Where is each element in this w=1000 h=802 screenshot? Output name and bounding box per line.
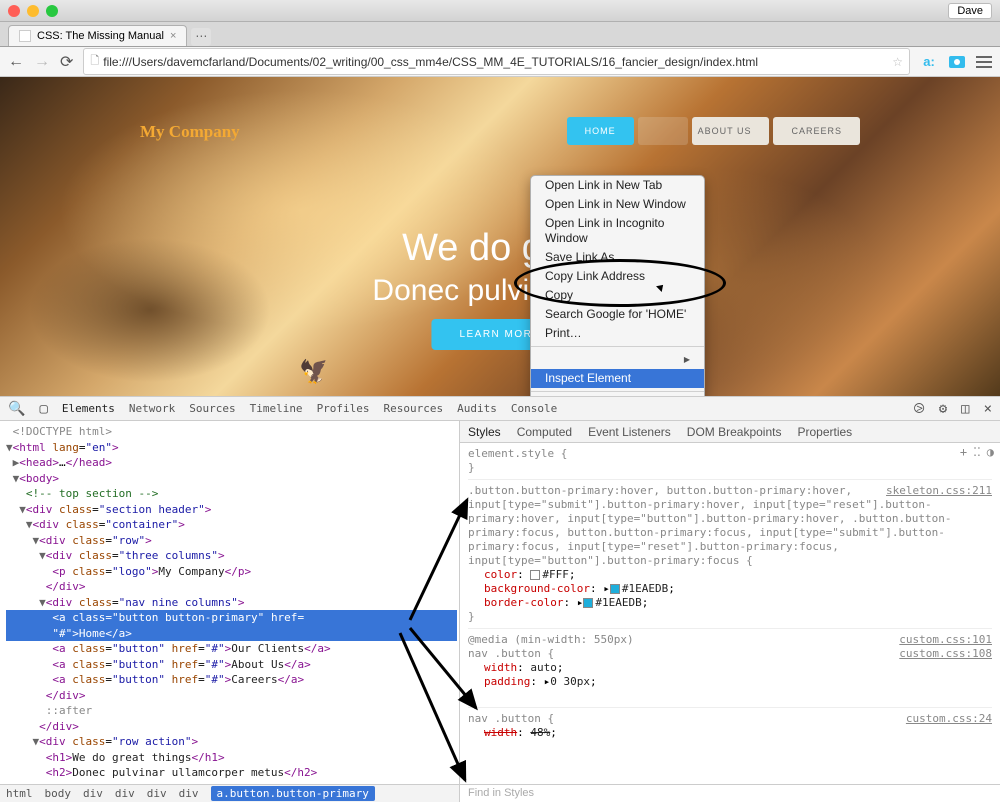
hero-subheading: Donec pulvinar ulla — [0, 274, 1000, 308]
new-rule-icon[interactable]: + — [960, 445, 967, 459]
window-titlebar: Dave — [0, 0, 1000, 22]
menu-open-new-window[interactable]: Open Link in New Window — [531, 195, 704, 214]
menu-save-link[interactable]: Save Link As… — [531, 248, 704, 267]
menu-copy[interactable]: Copy — [531, 286, 704, 305]
site-logo: My Company — [140, 122, 240, 142]
page-icon: 🗋 — [90, 52, 99, 71]
rtab-computed[interactable]: Computed — [517, 425, 572, 439]
dock-icon[interactable]: ◫ — [961, 401, 969, 417]
menu-inspect-element[interactable]: Inspect Element — [531, 369, 704, 388]
menu-separator — [531, 391, 704, 392]
rtab-properties[interactable]: Properties — [797, 425, 852, 439]
bird-graphic: 🦅 — [298, 355, 332, 389]
tab-timeline[interactable]: Timeline — [250, 402, 303, 415]
browser-tab[interactable]: CSS: The Missing Manual × — [8, 25, 187, 46]
menu-open-new-tab[interactable]: Open Link in New Tab — [531, 176, 704, 195]
nav-about[interactable]: ABOUT US — [692, 117, 770, 145]
rtab-events[interactable]: Event Listeners — [588, 425, 671, 439]
traffic-lights — [8, 5, 58, 17]
animation-icon[interactable]: ◑ — [987, 445, 994, 459]
tab-sources[interactable]: Sources — [189, 402, 235, 415]
site-nav: HOME ABOUT US CAREERS — [567, 117, 860, 145]
menu-json-sub[interactable] — [531, 350, 704, 369]
find-in-styles-input[interactable]: Find in Styles — [460, 784, 1000, 802]
tab-profiles[interactable]: Profiles — [317, 402, 370, 415]
menu-copy-link[interactable]: Copy Link Address — [531, 267, 704, 286]
menu-search-google[interactable]: Search Google for 'HOME' — [531, 305, 704, 324]
selected-dom-node[interactable]: <a class="button button-primary" href= — [6, 610, 457, 626]
tab-resources[interactable]: Resources — [384, 402, 444, 415]
close-window-icon[interactable] — [8, 5, 20, 17]
rtab-styles[interactable]: Styles — [468, 425, 501, 439]
tab-strip: CSS: The Missing Manual × ⋯ — [0, 22, 1000, 47]
tab-console[interactable]: Console — [511, 402, 557, 415]
extension-a-icon[interactable]: a: — [920, 53, 938, 71]
devtools-tabs: 🔍 ▢ Elements Network Sources Timeline Pr… — [0, 397, 1000, 421]
toggle-state-icon[interactable]: ⁚⁚ — [973, 445, 981, 459]
menu-print[interactable]: Print… — [531, 324, 704, 343]
settings-icon[interactable]: ⚙ — [939, 401, 947, 417]
dom-tree[interactable]: <!DOCTYPE html> ▼<html lang="en"> ▶<head… — [0, 421, 459, 784]
nav-home[interactable]: HOME — [567, 117, 634, 145]
hero-heading: We do grea — [0, 227, 1000, 270]
src-link[interactable]: custom.css:108 — [899, 647, 992, 661]
devtools-panel: 🔍 ▢ Elements Network Sources Timeline Pr… — [0, 396, 1000, 802]
dom-breadcrumb[interactable]: html body div div div div a.button.butto… — [0, 784, 459, 802]
styles-pane[interactable]: + ⁚⁚ ◑ element.style { } skeleton.css:21… — [460, 443, 1000, 784]
maximize-window-icon[interactable] — [46, 5, 58, 17]
forward-button[interactable]: → — [34, 53, 50, 71]
tab-elements[interactable]: Elements — [62, 402, 115, 415]
src-link[interactable]: skeleton.css:211 — [886, 484, 992, 498]
src-link[interactable]: custom.css:24 — [906, 712, 992, 726]
menu-open-incognito[interactable]: Open Link in Incognito Window — [531, 214, 704, 248]
reload-button[interactable]: ⟳ — [60, 52, 73, 72]
address-bar[interactable]: 🗋 file:///Users/davemcfarland/Documents/… — [83, 48, 910, 75]
new-tab-button[interactable]: ⋯ — [191, 28, 211, 46]
browser-toolbar: ← → ⟳ 🗋 file:///Users/davemcfarland/Docu… — [0, 47, 1000, 77]
drawer-icon[interactable]: ⧁ — [913, 401, 924, 417]
context-menu: Open Link in New Tab Open Link in New Wi… — [530, 175, 705, 410]
page-viewport: My Company HOME ABOUT US CAREERS We do g… — [0, 77, 1000, 410]
styles-toolbar: + ⁚⁚ ◑ — [960, 445, 994, 459]
menu-icon[interactable] — [976, 56, 992, 68]
profile-button[interactable]: Dave — [948, 3, 992, 19]
tab-favicon — [19, 30, 31, 42]
bookmark-icon[interactable]: ☆ — [892, 55, 903, 69]
minimize-window-icon[interactable] — [27, 5, 39, 17]
close-tab-icon[interactable]: × — [170, 30, 176, 42]
nav-careers[interactable]: CAREERS — [773, 117, 860, 145]
inspect-icon[interactable]: 🔍 — [8, 401, 25, 417]
rtab-breakpoints[interactable]: DOM Breakpoints — [687, 425, 782, 439]
nav-clients[interactable] — [638, 117, 688, 145]
extension-camera-icon[interactable] — [948, 53, 966, 71]
url-text: file:///Users/davemcfarland/Documents/02… — [103, 55, 758, 69]
src-link[interactable]: custom.css:101 — [899, 633, 992, 647]
back-button[interactable]: ← — [8, 53, 24, 71]
menu-separator — [531, 346, 704, 347]
tab-title: CSS: The Missing Manual — [37, 30, 164, 42]
close-devtools-icon[interactable]: × — [984, 401, 992, 417]
tab-network[interactable]: Network — [129, 402, 175, 415]
tab-audits[interactable]: Audits — [457, 402, 497, 415]
device-mode-icon[interactable]: ▢ — [39, 401, 47, 417]
styles-tabs: Styles Computed Event Listeners DOM Brea… — [460, 421, 1000, 443]
